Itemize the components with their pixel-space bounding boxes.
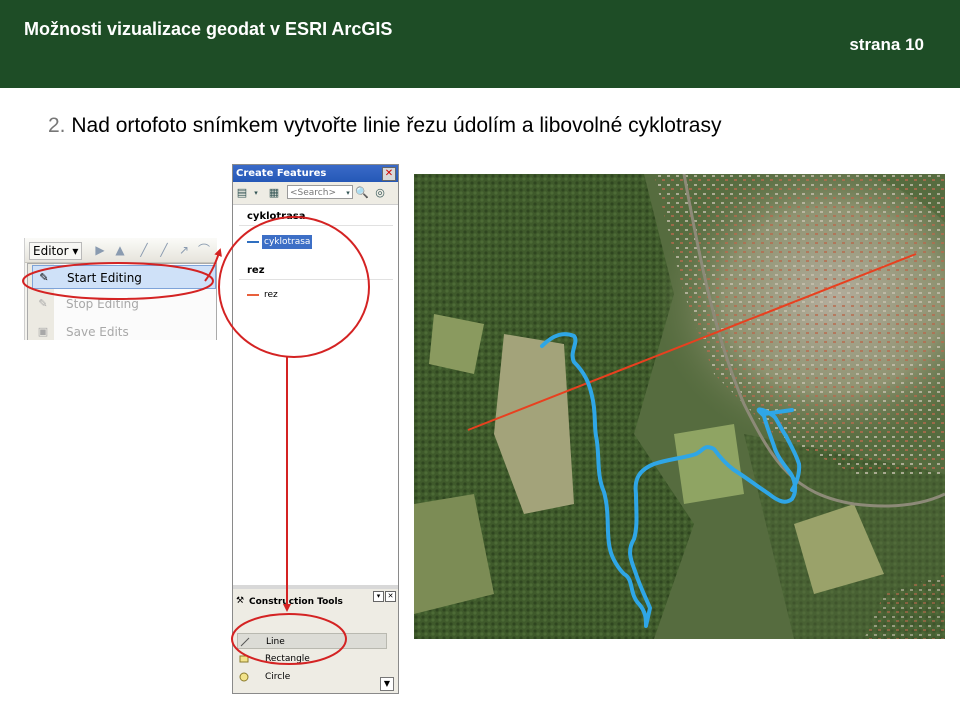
create-features-toolbar: ▤ ▾ ▦ <Search> ▾ 🔍 ◎ (233, 182, 398, 205)
rectangle-tool-icon (239, 655, 249, 663)
stop-editing-menu-item[interactable]: ✎ Stop Editing (32, 292, 214, 316)
line-symbol-icon (247, 241, 259, 243)
construction-tools-pane: ⚒ Construction Tools ▾ ✕ Line Rectangle … (233, 589, 398, 693)
editor-menu-button[interactable]: Editor ▾ (29, 242, 83, 260)
edit-vertices-icon[interactable]: ▲ (113, 243, 127, 257)
slide-title: Možnosti vizualizace geodat v ESRI ArcGI… (24, 19, 393, 39)
pencil-icon: ✎ (39, 271, 49, 284)
trace-icon[interactable]: ╱ (157, 243, 171, 257)
editor-toolbar: Editor ▾ ▶ ▲ ╱ ╱ ↗ ⌒ (25, 238, 217, 263)
template-list: cyklotrasa cyklotrasa rez rez (233, 205, 398, 585)
save-icon: ▣ (37, 325, 49, 338)
tools-icon: ⚒ (236, 596, 245, 606)
construction-tools-header: Construction Tools (249, 597, 343, 607)
create-features-titlebar: Create Features ✕ (233, 165, 398, 182)
close-pane-icon[interactable]: ✕ (385, 591, 396, 602)
midpoint-icon[interactable]: ↗ (177, 243, 191, 257)
start-editing-menu-item[interactable]: ✎ Start Editing (32, 265, 216, 289)
edit-tool-icon[interactable]: ▶ (93, 243, 107, 257)
group-header-rez: rez (247, 265, 265, 276)
task-instruction: 2. Nad ortofoto snímkem vytvořte linie ř… (48, 114, 721, 138)
page-number: strana 10 (849, 35, 924, 54)
properties-icon[interactable]: ◎ (373, 186, 387, 200)
search-dropdown-icon[interactable]: ▾ (341, 186, 355, 200)
pin-icon[interactable]: ▾ (373, 591, 384, 602)
line-symbol-icon (247, 294, 259, 296)
arc-icon[interactable]: ⌒ (197, 243, 211, 257)
scroll-down-icon[interactable]: ▼ (380, 677, 394, 691)
editor-dropdown-menu: ✎ Start Editing ✎ Stop Editing ▣ Save Ed… (27, 263, 217, 340)
group-header-cyklotrasa: cyklotrasa (247, 211, 306, 222)
create-features-title: Create Features (236, 168, 327, 179)
save-edits-menu-item[interactable]: ▣ Save Edits (32, 320, 214, 340)
orthophoto-map[interactable] (414, 174, 945, 639)
slide-header: Možnosti vizualizace geodat v ESRI ArcGI… (0, 0, 960, 88)
editor-toolbar-screenshot: Editor ▾ ▶ ▲ ╱ ╱ ↗ ⌒ ✎ Start Editing ✎ S… (24, 238, 217, 340)
search-icon[interactable]: 🔍 (355, 186, 369, 200)
filter-icon[interactable]: ▦ (267, 186, 281, 200)
tool-rectangle[interactable]: Rectangle (237, 651, 387, 667)
close-icon[interactable]: ✕ (382, 167, 396, 181)
task-number: 2. (48, 114, 66, 137)
straight-segment-icon[interactable]: ╱ (137, 243, 151, 257)
organize-templates-icon[interactable]: ▤ (235, 186, 249, 200)
circle-tool-icon (239, 672, 249, 682)
tool-line[interactable]: Line (237, 633, 387, 649)
task-text: Nad ortofoto snímkem vytvořte linie řezu… (71, 114, 722, 137)
chevron-down-icon[interactable]: ▾ (249, 186, 263, 200)
line-tool-icon (240, 637, 250, 647)
tool-circle[interactable]: Circle (237, 669, 387, 685)
field-area (429, 314, 484, 374)
create-features-panel: Create Features ✕ ▤ ▾ ▦ <Search> ▾ 🔍 ◎ c… (232, 164, 399, 694)
stop-editing-icon: ✎ (38, 297, 48, 310)
